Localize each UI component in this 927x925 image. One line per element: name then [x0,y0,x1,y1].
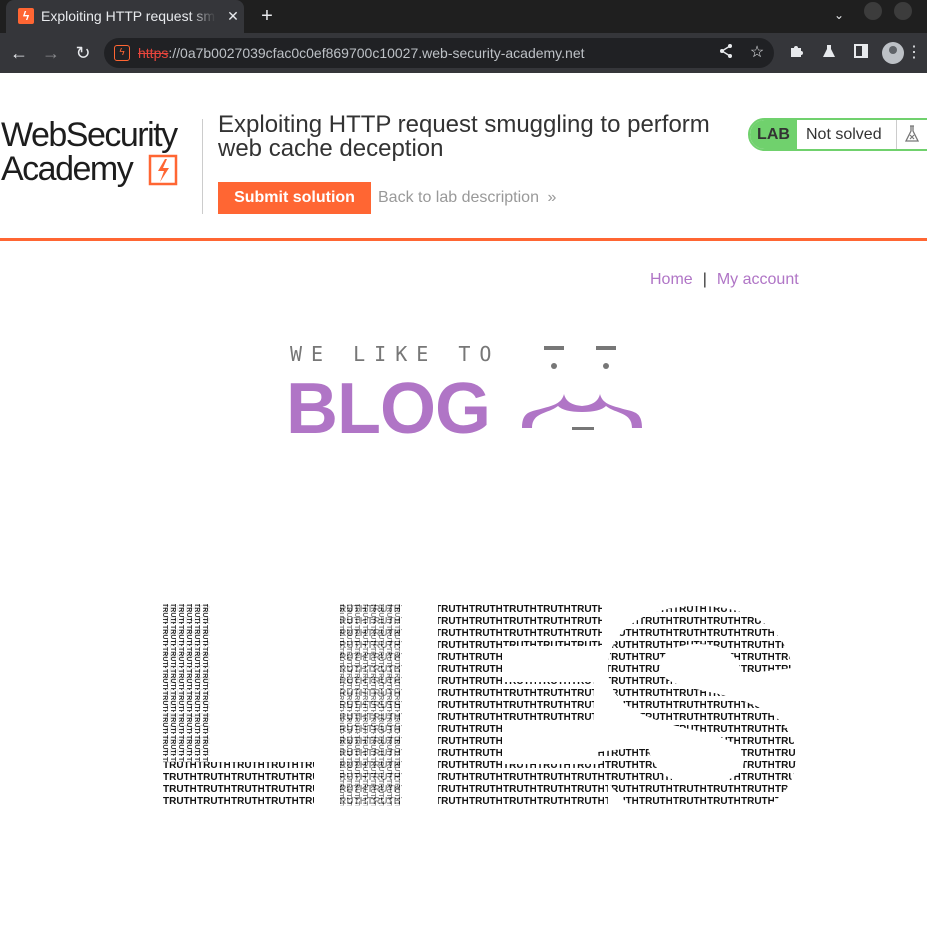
curly-brace-face-icon [522,346,642,430]
header-divider [202,119,203,214]
logo-text-line1: WebSecurity [1,116,178,154]
back-link-label: Back to lab description [378,189,539,206]
lab-status-text: Not solved [806,126,882,143]
logo-lightning-icon [148,154,178,186]
lab-tag: LAB [750,120,797,149]
back-to-lab-description-link[interactable]: Back to lab description » [378,189,556,207]
submit-solution-button[interactable]: Submit solution [218,182,371,214]
forward-arrow-icon[interactable]: → [40,42,62,64]
browser-menu-icon[interactable]: ⋮ [904,43,924,63]
blog-logo-word: BLOG [286,369,491,449]
reload-icon[interactable]: ↻ [72,42,94,64]
tab-title: Exploiting HTTP request smuggling to per… [41,8,216,24]
lies-letters [162,604,796,808]
lies-truth-hero-image: TRUTH TRUTH [162,604,796,808]
blog-nav: Home | My account [650,271,799,289]
browser-toolbar: ← → ↻ ϟ https://0a7b0027039cfac0c0ef8697… [0,33,927,73]
lab-status-widget: LAB Not solved [748,118,927,151]
profile-avatar-icon[interactable] [882,42,904,64]
my-account-link[interactable]: My account [717,271,799,288]
web-security-academy-logo[interactable]: WebSecurity Academy [1,118,201,186]
tab-search-chevron-icon[interactable]: ⌄ [834,8,844,22]
tab-close-icon[interactable]: ✕ [224,7,242,25]
url-text: https://0a7b0027039cfac0c0ef869700c10027… [138,45,585,61]
side-panel-icon[interactable] [851,43,871,63]
window-minimize-button[interactable] [864,2,882,20]
new-tab-button[interactable]: + [256,5,278,27]
bookmark-star-icon[interactable]: ☆ [747,43,767,63]
back-arrow-icon[interactable]: ← [8,42,30,64]
lab-header: WebSecurity Academy Exploiting HTTP requ… [0,73,927,241]
labs-flask-icon[interactable] [819,43,839,63]
browser-tab-bar: ϟ Exploiting HTTP request smuggling to p… [0,0,927,33]
portswigger-favicon-icon: ϟ [18,8,34,24]
address-bar[interactable]: ϟ https://0a7b0027039cfac0c0ef869700c100… [104,38,774,68]
lab-flask-icon [896,120,926,149]
blog-logo: WE LIKE TO BLOG [286,340,646,449]
lab-title: Exploiting HTTP request smuggling to per… [218,111,710,162]
nav-separator: | [702,271,707,288]
browser-tab[interactable]: ϟ Exploiting HTTP request smuggling to p… [6,0,244,33]
double-chevron-right-icon: » [547,189,557,206]
site-lightning-icon: ϟ [114,45,130,61]
share-icon[interactable] [716,43,736,63]
window-maximize-button[interactable] [894,2,912,20]
home-link[interactable]: Home [650,271,693,288]
extensions-puzzle-icon[interactable] [787,43,807,63]
blog-tagline: WE LIKE TO [290,342,501,366]
